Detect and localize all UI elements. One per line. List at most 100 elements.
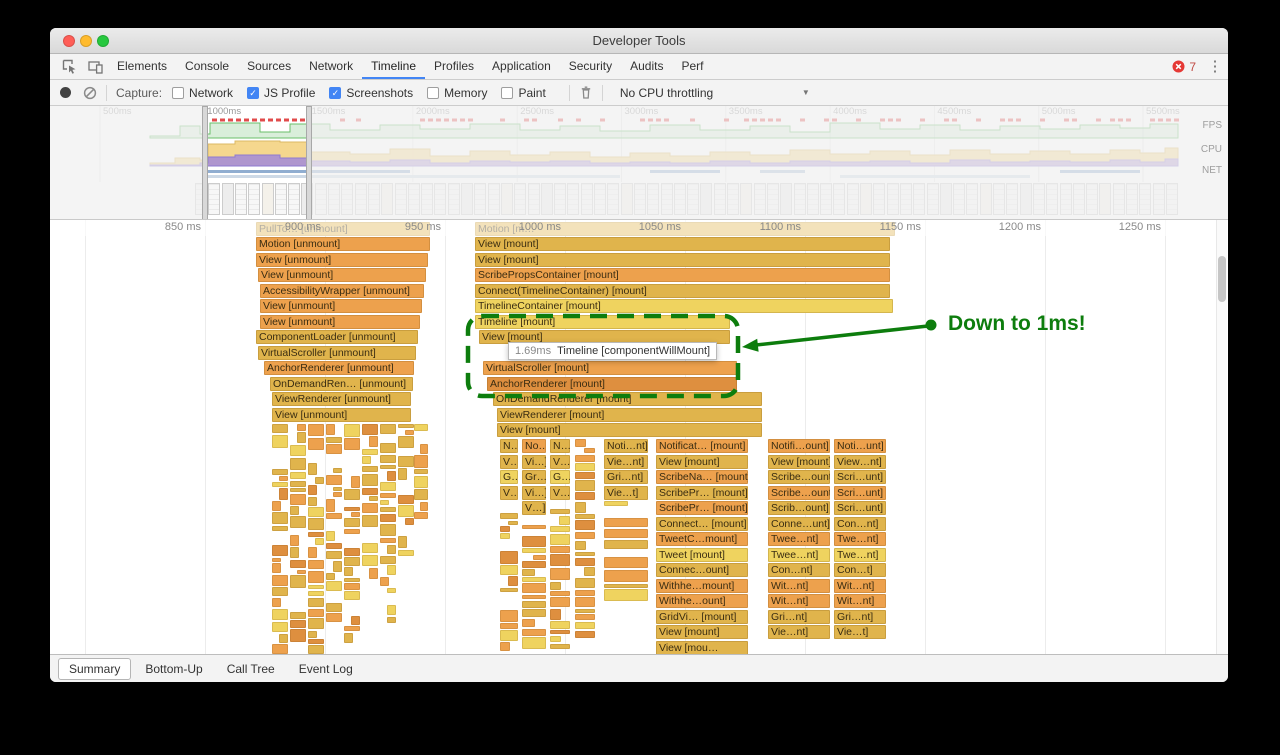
flame-mosaic-block[interactable]	[500, 610, 518, 622]
flame-mosaic-block[interactable]	[522, 577, 546, 582]
record-icon[interactable]	[60, 87, 71, 98]
flame-mosaic-block[interactable]	[398, 505, 414, 516]
checkbox-icon[interactable]: ✓	[329, 87, 341, 99]
flame-mosaic-block[interactable]	[575, 520, 595, 530]
flame-mosaic-block[interactable]	[308, 497, 317, 506]
flame-mosaic-block[interactable]	[575, 631, 595, 639]
flame-mosaic-block[interactable]	[550, 582, 561, 590]
flame-mosaic-block[interactable]	[387, 605, 396, 615]
flame-bar[interactable]: Conne…unt]	[768, 517, 830, 531]
tab-application[interactable]: Application	[483, 54, 560, 79]
flame-mosaic-block[interactable]	[326, 613, 342, 622]
flame-mosaic-block[interactable]	[398, 536, 407, 548]
drawer-tab-summary[interactable]: Summary	[58, 658, 131, 680]
flame-mosaic-block[interactable]	[326, 573, 335, 580]
flame-mosaic-block[interactable]	[272, 587, 288, 596]
flame-mosaic-block[interactable]	[308, 631, 317, 638]
flame-mosaic-block[interactable]	[522, 619, 535, 627]
tab-sources[interactable]: Sources	[238, 54, 300, 79]
flame-bar[interactable]: Twee…nt]	[768, 548, 830, 562]
flame-bar[interactable]: N…]	[550, 439, 570, 453]
flame-mosaic-block[interactable]	[380, 514, 396, 523]
flame-bar[interactable]: V…]	[500, 486, 518, 500]
flame-bar[interactable]: View…nt]	[834, 455, 886, 469]
flame-mosaic-block[interactable]	[297, 424, 306, 431]
flame-mosaic-block[interactable]	[550, 621, 570, 628]
flame-mosaic-block[interactable]	[308, 463, 317, 475]
flame-bar[interactable]: Scri…unt]	[834, 501, 886, 515]
flame-mosaic-block[interactable]	[362, 488, 378, 495]
flame-mosaic-block[interactable]	[380, 500, 389, 505]
flame-bar[interactable]: Vie…t]	[604, 486, 648, 500]
flame-mosaic-block[interactable]	[279, 476, 288, 481]
flame-mosaic-block[interactable]	[550, 591, 570, 595]
flame-bar[interactable]: Scribe…ount]	[768, 486, 830, 500]
checkbox-icon[interactable]: ✓	[247, 87, 259, 99]
clear-icon[interactable]	[83, 86, 97, 100]
flame-mosaic-block[interactable]	[308, 424, 324, 436]
flame-mosaic-block[interactable]	[290, 575, 306, 588]
flame-mosaic-block[interactable]	[290, 494, 306, 505]
flame-mosaic-block[interactable]	[414, 455, 428, 467]
flame-mosaic-block[interactable]	[344, 489, 360, 499]
flame-mosaic-block[interactable]	[500, 623, 518, 629]
flame-mosaic-block[interactable]	[308, 585, 324, 590]
flame-mosaic-block[interactable]	[308, 609, 324, 617]
flame-mosaic-block[interactable]	[290, 445, 306, 457]
flame-mosaic-block[interactable]	[279, 488, 288, 499]
flame-mosaic-block[interactable]	[308, 485, 317, 495]
flame-mosaic-block[interactable]	[344, 633, 353, 643]
flame-mosaic-block[interactable]	[575, 472, 595, 478]
flame-mosaic-block[interactable]	[500, 642, 510, 651]
flame-mosaic-block[interactable]	[508, 576, 518, 586]
flame-bar[interactable]: Scri…unt]	[834, 486, 886, 500]
flame-mosaic-block[interactable]	[380, 465, 396, 469]
flame-mosaic-block[interactable]	[351, 476, 360, 488]
flame-mosaic-block[interactable]	[604, 570, 648, 582]
flame-mosaic-block[interactable]	[575, 552, 595, 556]
flame-mosaic-block[interactable]	[575, 532, 595, 539]
flame-mosaic-block[interactable]	[414, 512, 428, 518]
flame-bar[interactable]: V…]	[550, 486, 570, 500]
flame-mosaic-block[interactable]	[344, 591, 360, 600]
flame-mosaic-block[interactable]	[604, 540, 648, 549]
flame-mosaic-block[interactable]	[272, 501, 281, 511]
flame-mosaic-block[interactable]	[362, 503, 378, 513]
flame-mosaic-block[interactable]	[362, 466, 378, 473]
flame-mosaic-block[interactable]	[550, 636, 561, 642]
capture-checkbox-memory[interactable]: Memory	[427, 86, 487, 100]
flame-bar[interactable]: Notifi…ount]	[768, 439, 830, 453]
capture-checkbox-network[interactable]: Network	[172, 86, 233, 100]
flame-mosaic-block[interactable]	[272, 435, 288, 448]
flame-mosaic-block[interactable]	[344, 578, 360, 582]
flame-bar[interactable]: Wit…nt]	[834, 579, 886, 593]
flame-mosaic-block[interactable]	[333, 468, 342, 473]
flame-mosaic-block[interactable]	[500, 551, 518, 563]
flame-mosaic-block[interactable]	[326, 475, 342, 485]
kebab-menu-icon[interactable]: ⋮	[1202, 54, 1228, 79]
flame-bar[interactable]: View [unmount]	[256, 253, 428, 267]
flame-bar[interactable]: ScribePropsContainer [mount]	[475, 268, 890, 282]
flame-mosaic-block[interactable]	[326, 437, 342, 443]
flame-mosaic-block[interactable]	[604, 501, 628, 506]
flame-bar[interactable]: View [unmount]	[258, 268, 426, 282]
flame-chart[interactable]: 850 ms900 ms950 ms1000 ms1050 ms1100 ms1…	[50, 220, 1228, 654]
tab-perf[interactable]: Perf	[672, 54, 712, 79]
flame-mosaic-block[interactable]	[272, 469, 288, 475]
flame-mosaic-block[interactable]	[380, 455, 396, 464]
flame-mosaic-block[interactable]	[550, 609, 561, 620]
flame-mosaic-block[interactable]	[575, 622, 595, 630]
flame-mosaic-block[interactable]	[308, 438, 324, 450]
flame-mosaic-block[interactable]	[387, 471, 396, 481]
flame-mosaic-block[interactable]	[398, 456, 414, 467]
flame-bar[interactable]: Vie…t]	[834, 625, 886, 639]
flame-mosaic-block[interactable]	[550, 509, 570, 514]
flame-mosaic-block[interactable]	[272, 526, 288, 531]
timeline-overview[interactable]: 500ms1000ms1500ms2000ms2500ms3000ms3500m…	[50, 106, 1228, 220]
flame-mosaic-block[interactable]	[575, 439, 586, 447]
flame-mosaic-block[interactable]	[333, 492, 342, 497]
flame-mosaic-block[interactable]	[420, 502, 428, 511]
flame-mosaic-block[interactable]	[522, 525, 546, 529]
tab-audits[interactable]: Audits	[621, 54, 672, 79]
flame-mosaic-block[interactable]	[326, 603, 342, 612]
